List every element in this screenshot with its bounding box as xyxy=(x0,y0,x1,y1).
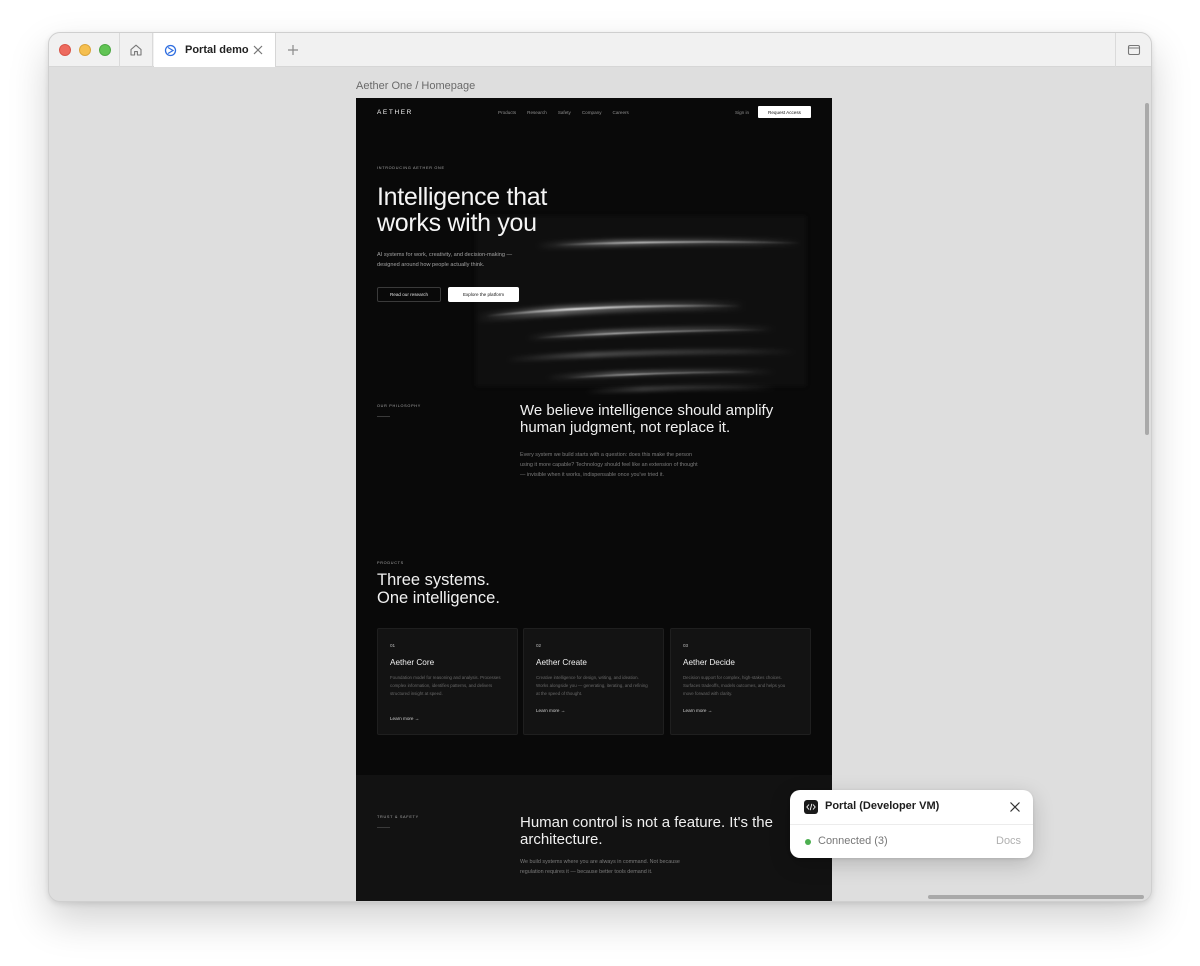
philosophy-divider xyxy=(377,416,390,417)
browser-window: Portal demo Aether One / Homepage AETHER… xyxy=(48,32,1152,902)
hero-subtitle-line: AI systems for work, creativity, and dec… xyxy=(377,252,513,258)
trust-body: We build systems where you are always in… xyxy=(520,857,725,877)
breadcrumb: Aether One / Homepage xyxy=(356,80,476,92)
product-card-create[interactable]: 02 Aether Create Creative intelligence f… xyxy=(523,628,664,735)
horizontal-scrollbar[interactable] xyxy=(928,895,1144,899)
docs-link[interactable]: Docs xyxy=(996,835,1021,847)
nav-link-company[interactable]: Company xyxy=(582,110,602,115)
site-navbar: AETHER Products Research Safety Company … xyxy=(356,98,832,126)
portal-title: Portal (Developer VM) xyxy=(825,800,940,812)
card-description: Foundation model for reasoning and analy… xyxy=(390,675,501,696)
trust-body-line: regulation requires it — because better … xyxy=(520,869,653,875)
nav-link-careers[interactable]: Careers xyxy=(613,110,629,115)
trust-heading: Human control is not a feature. It's the… xyxy=(520,814,815,848)
hero-eyebrow: INTRODUCING AETHER ONE xyxy=(377,166,445,170)
new-tab-icon[interactable] xyxy=(285,42,301,58)
philosophy-heading-line: We believe intelligence should amplify xyxy=(520,402,774,419)
home-button[interactable] xyxy=(119,33,153,67)
request-access-button[interactable]: Request Access xyxy=(758,106,811,118)
trust-eyebrow: TRUST & SAFETY xyxy=(377,815,419,819)
products-title-line: Three systems. xyxy=(377,571,490,589)
philosophy-body-line: using it more capable? Technology should… xyxy=(520,462,698,469)
philosophy-body-line: — invisible when it works, indispensable… xyxy=(520,472,664,479)
philosophy-heading-line: human judgment, not replace it. xyxy=(520,418,731,436)
minimize-window-button[interactable] xyxy=(79,44,91,56)
read-research-button[interactable]: Read our research xyxy=(377,287,441,302)
trust-heading-line: Human control is not a feature. It's the xyxy=(520,814,773,831)
trust-divider xyxy=(377,827,390,828)
close-window-button[interactable] xyxy=(59,44,71,56)
explore-platform-button[interactable]: Explore the platform xyxy=(448,287,519,302)
site-nav-links: Products Research Safety Company Careers xyxy=(498,110,629,115)
products-title: Three systems. One intelligence. xyxy=(377,571,597,607)
close-icon[interactable] xyxy=(1009,801,1021,813)
sign-in-link[interactable]: Sign in xyxy=(735,110,749,115)
nav-link-research[interactable]: Research xyxy=(527,110,547,115)
connection-status: Connected (3) xyxy=(818,835,888,847)
sidebar-toggle-button[interactable] xyxy=(1115,33,1151,67)
card-number: 01 xyxy=(390,643,396,648)
product-card-core[interactable]: 01 Aether Core Foundation model for reas… xyxy=(377,628,518,735)
page-viewport: Aether One / Homepage AETHER Products Re… xyxy=(49,67,1151,901)
card-learn-more-link[interactable]: Learn more → xyxy=(390,716,419,721)
nav-link-products[interactable]: Products xyxy=(498,110,516,115)
card-number: 02 xyxy=(536,643,542,648)
connection-status-dot xyxy=(805,839,811,845)
card-description: Creative intelligence for design, writin… xyxy=(536,675,648,696)
tab-title: Portal demo xyxy=(185,44,249,56)
card-number: 03 xyxy=(683,643,689,648)
home-icon xyxy=(130,44,142,56)
philosophy-eyebrow: OUR PHILOSOPHY xyxy=(377,404,421,408)
portal-favicon-icon xyxy=(164,44,177,56)
products-title-line: One intelligence. xyxy=(377,588,500,607)
tab-bar: Portal demo xyxy=(49,33,1151,67)
card-description: Decision support for complex, high-stake… xyxy=(683,675,786,696)
hero-title-line: Intelligence that xyxy=(377,183,548,211)
hero-title: Intelligence that works with you xyxy=(377,184,617,236)
maximize-window-button[interactable] xyxy=(99,44,111,56)
tab-portal-demo[interactable]: Portal demo xyxy=(154,33,276,67)
hero-subtitle: AI systems for work, creativity, and dec… xyxy=(377,251,549,270)
nav-link-safety[interactable]: Safety xyxy=(558,110,571,115)
close-tab-icon[interactable] xyxy=(251,43,265,57)
portal-divider xyxy=(790,824,1033,825)
philosophy-body: Every system we build starts with a ques… xyxy=(520,450,740,481)
trust-body-line: We build systems where you are always in… xyxy=(520,859,680,865)
trust-section: TRUST & SAFETY Human control is not a fe… xyxy=(356,775,832,901)
card-title: Aether Core xyxy=(390,658,435,667)
products-eyebrow: PRODUCTS xyxy=(377,561,404,565)
portal-popup: Portal (Developer VM) Connected (3) Docs xyxy=(790,790,1033,858)
website-preview: AETHER Products Research Safety Company … xyxy=(356,98,832,901)
card-learn-more-link[interactable]: Learn more → xyxy=(683,708,712,713)
site-logo[interactable]: AETHER xyxy=(377,109,413,116)
card-title: Aether Create xyxy=(536,658,587,667)
code-icon xyxy=(804,800,818,814)
trust-heading-line: architecture. xyxy=(520,831,603,848)
philosophy-heading: We believe intelligence should amplify h… xyxy=(520,402,810,436)
sidebar-icon xyxy=(1127,44,1140,56)
product-card-decide[interactable]: 03 Aether Decide Decision support for co… xyxy=(670,628,811,735)
card-title: Aether Decide xyxy=(683,658,735,667)
vertical-scrollbar[interactable] xyxy=(1145,103,1149,435)
hero-title-line: works with you xyxy=(377,209,537,237)
philosophy-body-line: Every system we build starts with a ques… xyxy=(520,452,692,458)
hero-subtitle-line: designed around how people actually thin… xyxy=(377,261,485,268)
card-learn-more-link[interactable]: Learn more → xyxy=(536,708,565,713)
